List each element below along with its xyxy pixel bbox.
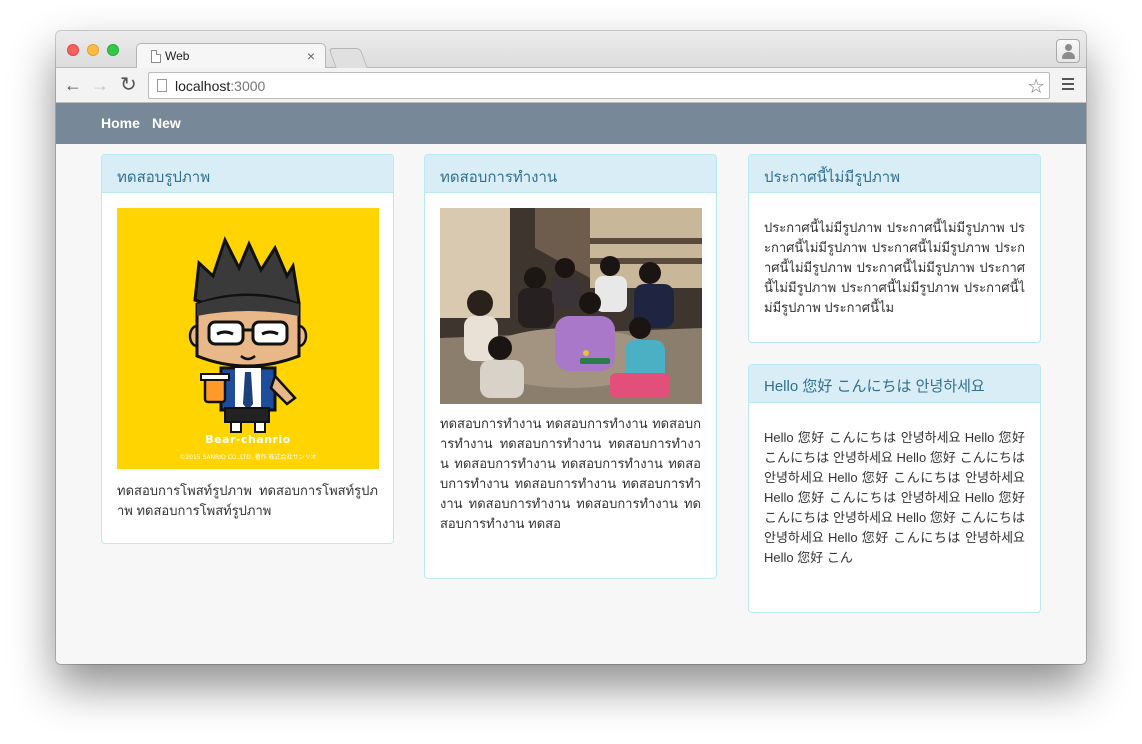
minimize-window-button[interactable] bbox=[87, 44, 99, 56]
post-title: ประกาศนี้ไม่มีรูปภาพ bbox=[749, 155, 1040, 193]
post-title: ทดสอบการทำงาน bbox=[425, 155, 716, 193]
new-tab-button[interactable] bbox=[328, 48, 368, 68]
post-body: ทดสอบการทำงาน ทดสอบการทำงาน ทดสอบการทำงา… bbox=[440, 416, 701, 531]
address-bar[interactable]: localhost:3000 ☆ bbox=[148, 72, 1050, 99]
post-image: Bear-chanrio ©2015 SANRIO CO.,LTD. 著作 株式… bbox=[117, 208, 379, 469]
bookmark-star-icon[interactable]: ☆ bbox=[1027, 74, 1045, 99]
profile-button[interactable] bbox=[1056, 39, 1080, 63]
post-title: Hello 您好 こんにちは 안녕하세요 bbox=[749, 365, 1040, 403]
title-bar: Web × bbox=[56, 31, 1086, 69]
zoom-window-button[interactable] bbox=[107, 44, 119, 56]
tab-title: Web bbox=[165, 49, 190, 63]
menu-icon[interactable] bbox=[1062, 78, 1074, 90]
post-body: ประกาศนี้ไม่มีรูปภาพ ประกาศนี้ไม่มีรูปภา… bbox=[764, 220, 1025, 315]
back-arrow-icon[interactable]: ← bbox=[64, 73, 82, 97]
post-title: ทดสอบรูปภาพ bbox=[102, 155, 393, 193]
browser-tab[interactable]: Web × bbox=[136, 43, 326, 69]
nav-new-link[interactable]: New bbox=[152, 115, 181, 131]
url-text[interactable]: localhost:3000 bbox=[175, 78, 265, 94]
post-card: ทดสอบรูปภาพ Bear-chanrio ©2015 SANRIO CO… bbox=[101, 154, 394, 544]
tab-close-icon[interactable]: × bbox=[307, 47, 315, 65]
page-icon bbox=[151, 50, 161, 63]
post-body: Hello 您好 こんにちは 안녕하세요 Hello 您好 こんにちは 안녕하세… bbox=[764, 430, 1025, 565]
post-card: Hello 您好 こんにちは 안녕하세요 Hello 您好 こんにちは 안녕하세… bbox=[748, 364, 1041, 613]
image-caption: Bear-chanrio bbox=[205, 433, 291, 446]
site-navbar: Home New bbox=[56, 103, 1086, 144]
post-body: ทดสอบการโพสท์รูปภาพ ทดสอบการโพสท์รูปภาพ … bbox=[117, 483, 378, 518]
image-fine-print: ©2015 SANRIO CO.,LTD. 著作 株式会社サンリオ bbox=[179, 454, 317, 461]
browser-window: Web × ← → ↻ localhost:3000 ☆ Home New ทด… bbox=[56, 31, 1086, 664]
post-card: ทดสอบการทำงาน ทดสอบการทำงาน ทดสอบการทำงา… bbox=[424, 154, 717, 579]
profile-icon bbox=[1065, 44, 1072, 51]
browser-toolbar: ← → ↻ localhost:3000 ☆ bbox=[56, 68, 1086, 103]
post-card: ประกาศนี้ไม่มีรูปภาพ ประกาศนี้ไม่มีรูปภา… bbox=[748, 154, 1041, 343]
post-photo bbox=[440, 208, 702, 404]
nav-home-link[interactable]: Home bbox=[101, 115, 140, 131]
group-photo bbox=[440, 208, 702, 404]
reload-icon[interactable]: ↻ bbox=[120, 73, 137, 97]
forward-arrow-icon[interactable]: → bbox=[91, 73, 109, 97]
page-content: Home New ทดสอบรูปภาพ Bear-chanrio ©2015 … bbox=[56, 103, 1086, 664]
close-window-button[interactable] bbox=[67, 44, 79, 56]
page-icon bbox=[157, 79, 167, 92]
